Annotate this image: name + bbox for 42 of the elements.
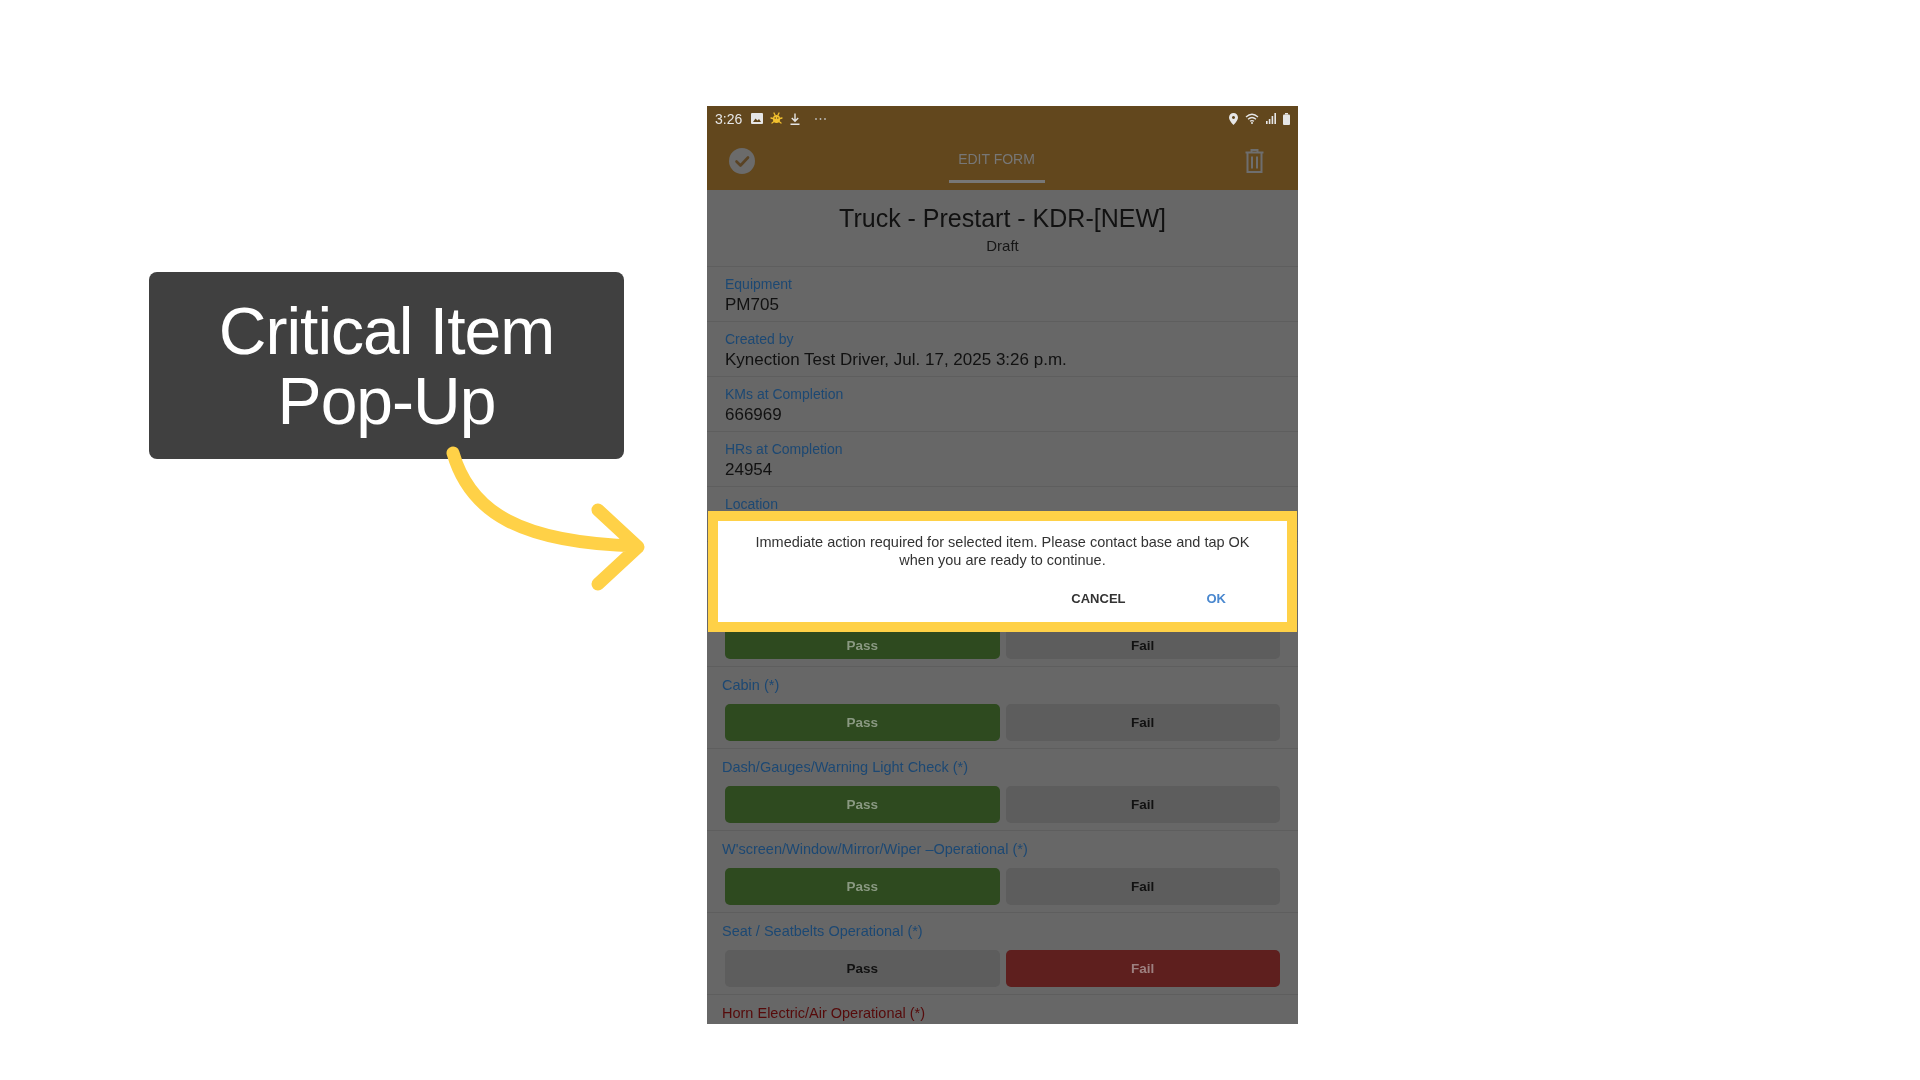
- form-title: Truck - Prestart - KDR-[NEW]: [839, 203, 1166, 233]
- checklist-label: Seat / Seatbelts Operational (*): [722, 923, 923, 940]
- wifi-icon: [1245, 113, 1259, 124]
- fail-button[interactable]: Fail: [1005, 950, 1280, 987]
- checklist-label: Cabin (*): [722, 677, 780, 694]
- pass-button[interactable]: Pass: [725, 868, 1000, 905]
- image-icon: [751, 113, 764, 124]
- more-icon: [815, 117, 827, 120]
- check-circle-icon[interactable]: [729, 147, 755, 174]
- field-label: KMs at Completion: [725, 386, 844, 403]
- checklist-label: Dash/Gauges/Warning Light Check (*): [722, 759, 969, 776]
- fail-button[interactable]: Fail: [1005, 868, 1280, 905]
- fail-button[interactable]: Fail: [1005, 632, 1280, 659]
- edit-form-tab[interactable]: EDIT FORM: [948, 137, 1045, 183]
- pass-button[interactable]: Pass: [725, 704, 1000, 741]
- pass-button[interactable]: Pass: [725, 786, 1000, 823]
- field-value: 666969: [725, 405, 782, 425]
- field-label: Equipment: [725, 276, 792, 293]
- fail-button[interactable]: Fail: [1005, 704, 1280, 741]
- field-value: 24954: [725, 460, 773, 480]
- bug-icon: [770, 112, 784, 125]
- field-label: Created by: [725, 331, 794, 348]
- location-pin-icon: [1229, 112, 1238, 125]
- download-icon: [790, 112, 801, 125]
- dialog-button[interactable]: CANCEL: [1051, 583, 1146, 614]
- dialog-button[interactable]: OK: [1186, 583, 1246, 614]
- field-value: PM705: [725, 295, 779, 315]
- checklist-label: W'screen/Window/Mirror/Wiper –Operational (*): [722, 841, 1028, 858]
- checklist-label: Horn Electric/Air Operational (*): [722, 1005, 926, 1022]
- field-label: HRs at Completion: [725, 441, 843, 458]
- form-status: Draft: [986, 237, 1019, 255]
- status-time: 3:26: [715, 110, 743, 127]
- pass-button[interactable]: Pass: [725, 632, 1000, 659]
- trash-icon[interactable]: [1245, 148, 1264, 173]
- fail-button[interactable]: Fail: [1005, 786, 1280, 823]
- pass-button[interactable]: Pass: [725, 950, 1000, 987]
- field-label: Location: [725, 496, 778, 513]
- callout-title: Critical Item Pop-Up: [217, 295, 556, 436]
- field-value: Kynection Test Driver, Jul. 17, 2025 3:26 p.m.: [725, 350, 1067, 370]
- battery-icon: [1283, 112, 1290, 125]
- dialog-message: Immediate action required for selected item. Please contact base and tap OK when you are ready to continue.: [754, 533, 1251, 569]
- signal-icon: [1266, 113, 1276, 124]
